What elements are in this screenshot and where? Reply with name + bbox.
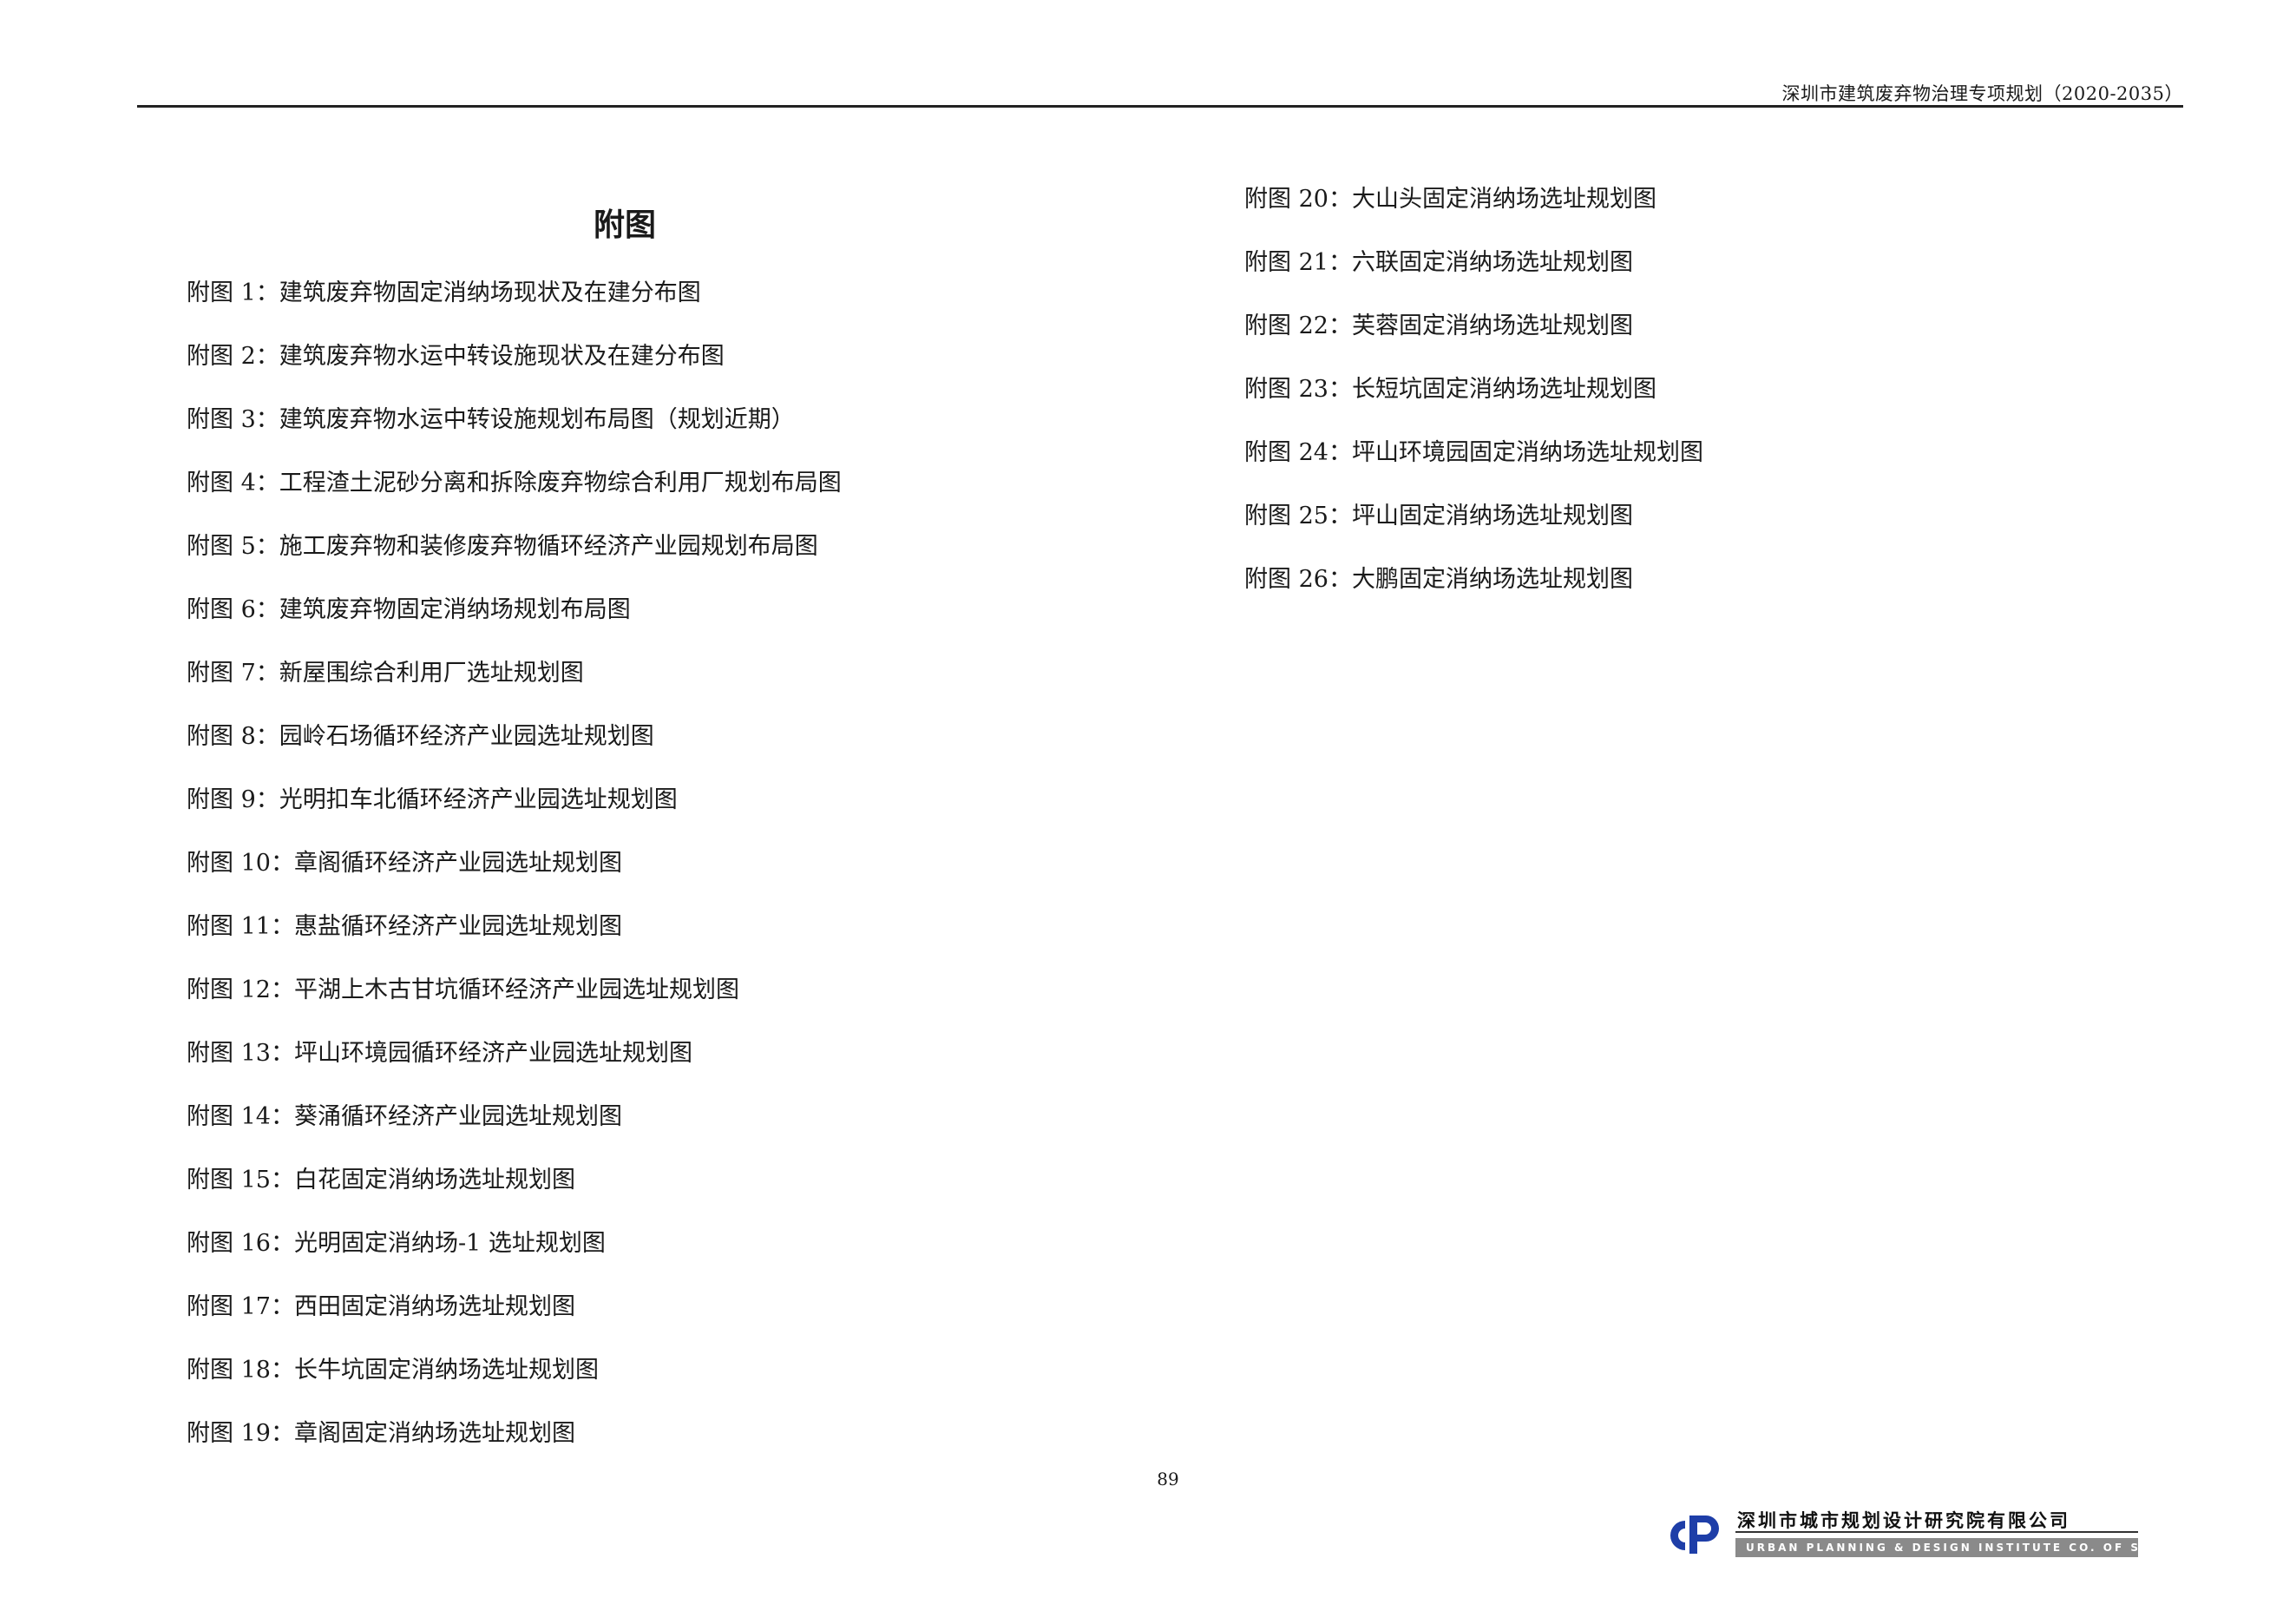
figure-list-item: 附图 8：园岭石场循环经济产业园选址规划图 — [187, 723, 654, 750]
figure-list-item: 附图 6：建筑废弃物固定消纳场规划布局图 — [187, 596, 631, 623]
figure-list-item: 附图 9：光明扣车北循环经济产业园选址规划图 — [187, 786, 678, 813]
figure-list-item: 附图 26：大鹏固定消纳场选址规划图 — [1244, 566, 1633, 593]
figure-list-item: 附图 11：惠盐循环经济产业园选址规划图 — [187, 913, 622, 940]
figure-list-item: 附图 21：六联固定消纳场选址规划图 — [1244, 249, 1633, 276]
org-name-en: URBAN PLANNING & DESIGN INSTITUTE CO. OF… — [1735, 1538, 2138, 1557]
figure-list-right: 附图 20：大山头固定消纳场选址规划图 附图 21：六联固定消纳场选址规划图 附… — [1244, 182, 1703, 626]
org-name-cn: 深圳市城市规划设计研究院有限公司 — [1737, 1510, 2070, 1531]
figure-list-item: 附图 25：坪山固定消纳场选址规划图 — [1244, 503, 1633, 529]
figure-list-item: 附图 18：长牛坑固定消纳场选址规划图 — [187, 1357, 599, 1384]
figure-list-left: 附图 1：建筑废弃物固定消纳场现状及在建分布图 附图 2：建筑废弃物水运中转设施… — [187, 276, 842, 1480]
figure-list-item: 附图 1：建筑废弃物固定消纳场现状及在建分布图 — [187, 279, 701, 306]
figure-list-item: 附图 3：建筑废弃物水运中转设施规划布局图（规划近期） — [187, 406, 795, 433]
figure-list-item: 附图 14：葵涌循环经济产业园选址规划图 — [187, 1103, 622, 1130]
page-number: 89 — [1157, 1469, 1179, 1489]
figure-list-item: 附图 22：芙蓉固定消纳场选址规划图 — [1244, 312, 1633, 339]
figure-list-item: 附图 7：新屋围综合利用厂选址规划图 — [187, 660, 584, 687]
figure-list-item: 附图 13：坪山环境园循环经济产业园选址规划图 — [187, 1040, 692, 1067]
logo-divider — [1735, 1531, 2138, 1533]
figure-list-item: 附图 10：章阁循环经济产业园选址规划图 — [187, 850, 622, 877]
figure-list-item: 附图 17：西田固定消纳场选址规划图 — [187, 1293, 575, 1320]
header-divider — [137, 105, 2183, 108]
figure-list-item: 附图 16：光明固定消纳场-1 选址规划图 — [187, 1230, 606, 1257]
figure-list-item: 附图 24：坪山环境园固定消纳场选址规划图 — [1244, 439, 1703, 466]
running-header: 深圳市建筑废弃物治理专项规划（2020-2035） — [1781, 83, 2183, 104]
page-title: 附图 — [593, 207, 656, 243]
figure-list-item: 附图 20：大山头固定消纳场选址规划图 — [1244, 186, 1656, 213]
udi-logo-icon — [1670, 1516, 1719, 1554]
figure-list-item: 附图 2：建筑废弃物水运中转设施现状及在建分布图 — [187, 343, 725, 370]
figure-list-item: 附图 5：施工废弃物和装修废弃物循环经济产业园规划布局图 — [187, 533, 818, 560]
figure-list-item: 附图 23：长短坑固定消纳场选址规划图 — [1244, 376, 1656, 403]
figure-list-item: 附图 4：工程渣土泥砂分离和拆除废弃物综合利用厂规划布局图 — [187, 470, 842, 496]
footer-logo: 深圳市城市规划设计研究院有限公司 URBAN PLANNING & DESIGN… — [1666, 1507, 2138, 1562]
figure-list-item: 附图 15：白花固定消纳场选址规划图 — [187, 1167, 575, 1193]
figure-list-item: 附图 12：平湖上木古甘坑循环经济产业园选址规划图 — [187, 976, 739, 1003]
